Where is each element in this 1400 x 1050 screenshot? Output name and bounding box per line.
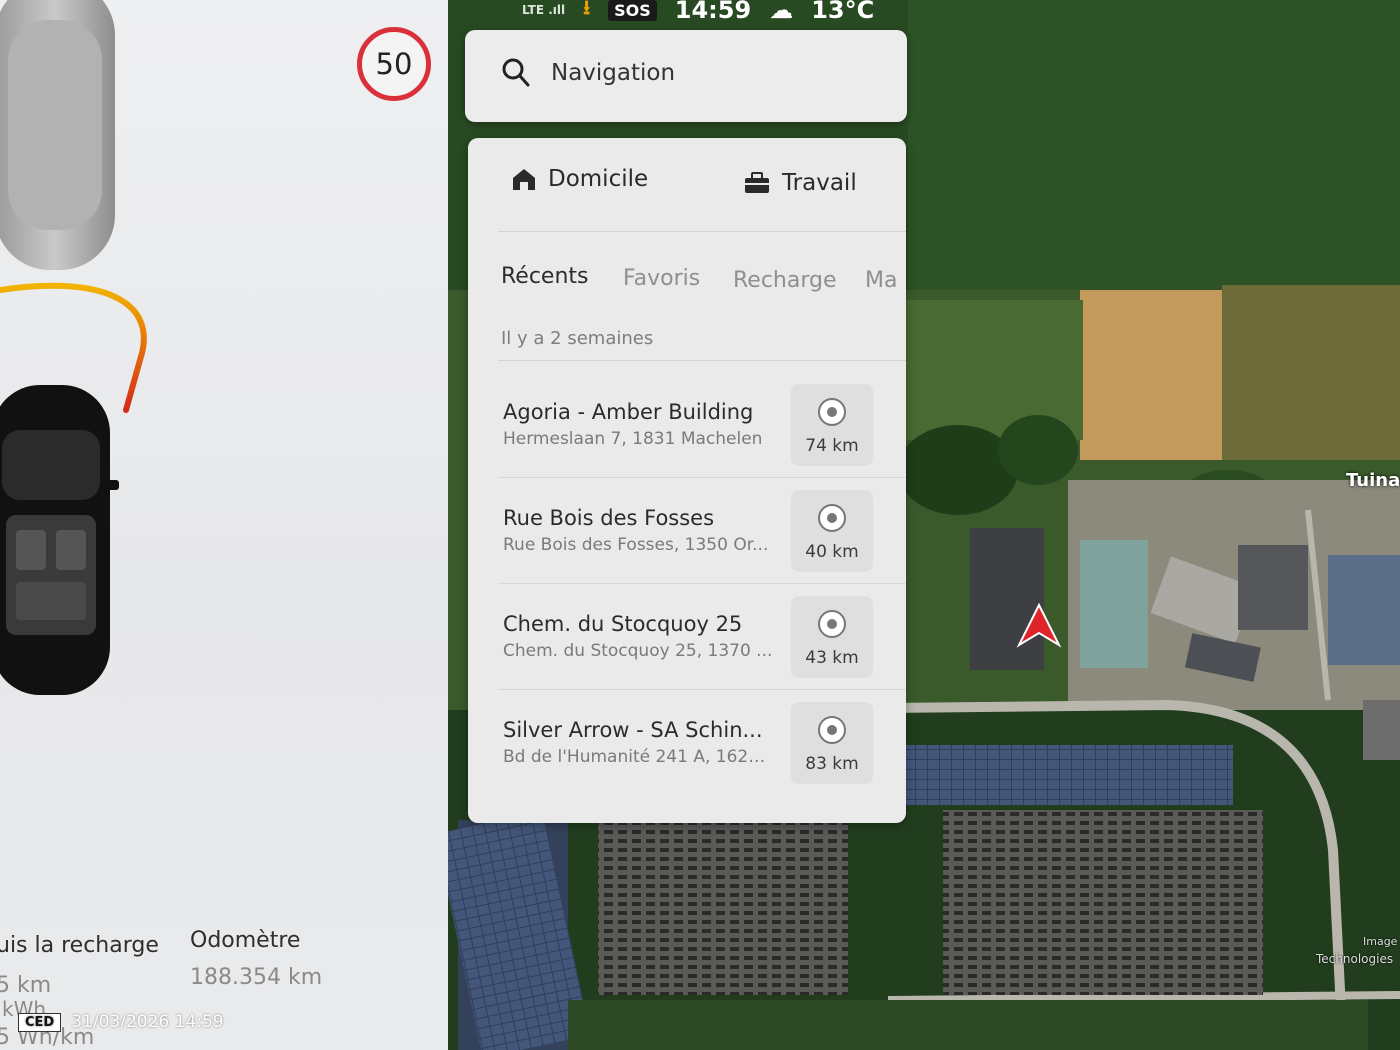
network-indicator: LTE .ıll <box>522 3 566 17</box>
divider <box>498 583 906 584</box>
destination-item[interactable]: Chem. du Stocquoy 25 Chem. du Stocquoy 2… <box>468 586 906 690</box>
map-tech-label: Technologies <box>1316 952 1394 966</box>
destination-distance: 40 km <box>805 542 859 562</box>
destination-name: Agoria - Amber Building <box>503 400 754 424</box>
destination-address: Chem. du Stocquoy 25, 1370 ... <box>503 641 773 661</box>
divider <box>498 231 906 232</box>
home-icon <box>513 169 535 190</box>
speed-limit-value: 50 <box>375 47 413 81</box>
work-label: Travail <box>782 170 857 196</box>
destination-item[interactable]: Rue Bois des Fosses Rue Bois des Fosses,… <box>468 480 906 584</box>
divider <box>498 477 906 478</box>
outside-temperature: 13°C <box>811 0 875 24</box>
navigate-button[interactable]: 83 km <box>791 702 873 784</box>
destination-pin-icon <box>818 504 846 532</box>
destination-address: Bd de l'Humanité 241 A, 1620... <box>503 747 773 767</box>
destination-pin-icon <box>818 610 846 638</box>
destination-distance: 74 km <box>805 436 859 456</box>
destination-name: Silver Arrow - SA Schin... <box>503 718 763 742</box>
map-image-label: Image <box>1363 935 1398 948</box>
destination-item[interactable]: Agoria - Amber Building Hermeslaan 7, 18… <box>468 374 906 478</box>
odometer-label: Odomètre <box>190 928 301 953</box>
destination-pin-icon <box>818 716 846 744</box>
destinations-panel: Domicile Travail Récents Favoris Recharg… <box>468 138 906 823</box>
tab-favorites[interactable]: Favoris <box>623 266 700 291</box>
briefcase-icon <box>745 172 769 193</box>
destination-name: Chem. du Stocquoy 25 <box>503 612 743 636</box>
search-input[interactable]: Navigation <box>551 60 675 86</box>
home-button[interactable]: Domicile <box>512 166 648 192</box>
map-place-label: Tuinaa <box>1346 470 1400 491</box>
search-icon <box>502 58 530 87</box>
destination-item[interactable]: Silver Arrow - SA Schin... Bd de l'Human… <box>468 692 906 796</box>
status-bar: LTE .ıll ⭳ SOS 14:59 ☁ 13°C <box>470 0 874 28</box>
destination-address: Rue Bois des Fosses, 1350 Or... <box>503 535 769 555</box>
speed-limit-sign: 50 <box>357 27 431 101</box>
watermark-logo: CED <box>18 1012 62 1032</box>
sos-indicator[interactable]: SOS <box>608 0 657 21</box>
own-vehicle-icon <box>0 385 119 695</box>
destination-distance: 43 km <box>805 648 859 668</box>
divider <box>498 689 906 690</box>
destination-address: Hermeslaan 7, 1831 Machelen <box>503 429 763 449</box>
navigate-button[interactable]: 43 km <box>791 596 873 678</box>
since-charge-label: uis la recharge <box>0 933 159 958</box>
since-charge-distance: 5 km <box>0 973 52 998</box>
tab-recents[interactable]: Récents <box>501 264 589 289</box>
home-label: Domicile <box>548 166 649 192</box>
navigate-button[interactable]: 74 km <box>791 384 873 466</box>
destination-name: Rue Bois des Fosses <box>503 506 715 530</box>
photo-watermark: CED 31/03/2026 14:59 <box>18 1012 224 1032</box>
recent-section-header: Il y a 2 semaines <box>501 328 654 349</box>
watermark-timestamp: 31/03/2026 14:59 <box>71 1012 224 1032</box>
weather-icon: ☁ <box>769 0 794 24</box>
odometer-value: 188.354 km <box>190 965 323 990</box>
destination-pin-icon <box>818 398 846 426</box>
tab-more[interactable]: Ma <box>865 268 897 293</box>
tab-charging[interactable]: Recharge <box>733 268 837 293</box>
navigation-search-bar[interactable]: Navigation <box>465 30 907 122</box>
divider <box>498 360 906 361</box>
work-button[interactable]: Travail <box>744 170 857 196</box>
lead-vehicle-icon <box>0 0 115 270</box>
destination-distance: 83 km <box>805 754 859 774</box>
navigate-button[interactable]: 40 km <box>791 490 873 572</box>
vehicle-panel: 50 uis la recharge 5 km kWh 5 Wh/km Odom… <box>0 0 448 1050</box>
clock: 14:59 <box>674 0 752 24</box>
download-icon: ⭳ <box>583 0 591 19</box>
